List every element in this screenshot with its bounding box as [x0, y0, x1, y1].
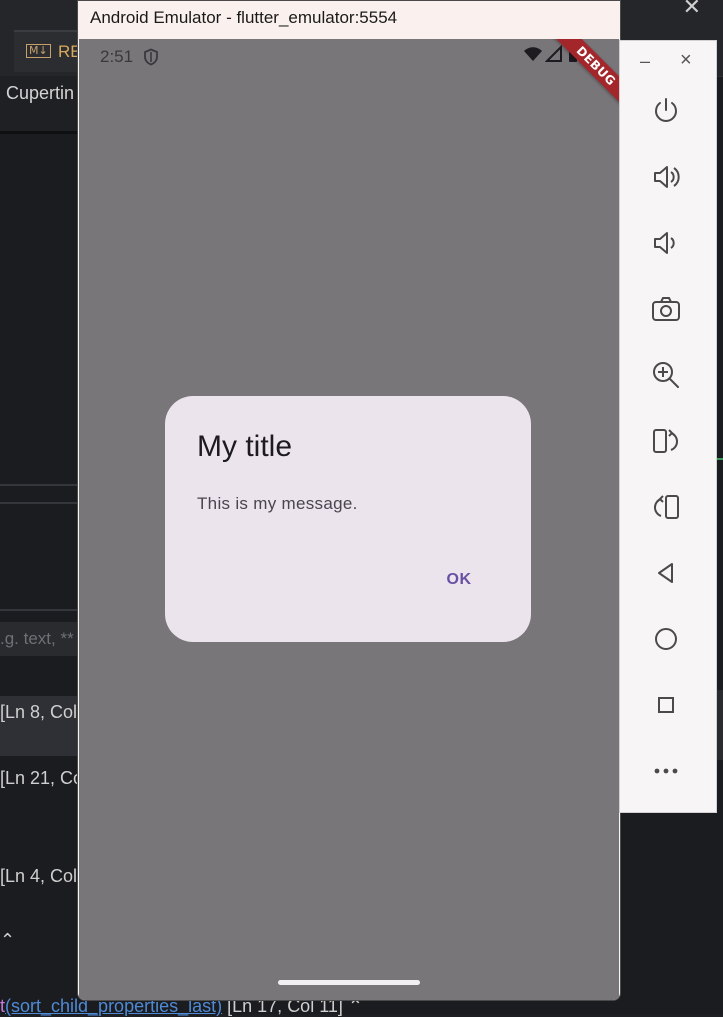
ide-window-controls: ✕ — [613, 0, 723, 20]
more-button[interactable] — [648, 753, 684, 789]
zoom-button[interactable] — [648, 357, 684, 393]
home-button[interactable] — [648, 621, 684, 657]
overview-button[interactable] — [648, 687, 684, 723]
emulator-window: Android Emulator - flutter_emulator:5554… — [77, 0, 621, 1001]
volume-down-button[interactable] — [648, 225, 684, 261]
gesture-nav-bar[interactable] — [278, 980, 420, 985]
ide-problem-text: [Ln 8, Col — [0, 702, 78, 722]
ide-problem-text: [Ln 21, Co — [0, 768, 84, 788]
emulator-title: Android Emulator - flutter_emulator:5554 — [90, 8, 398, 27]
ide-divider — [0, 609, 80, 611]
ide-indicator — [716, 458, 723, 460]
volume-up-button[interactable] — [648, 159, 684, 195]
ide-search-input[interactable]: .g. text, ** — [0, 622, 80, 656]
power-button[interactable] — [648, 93, 684, 129]
rotate-left-icon — [653, 429, 678, 453]
power-icon — [655, 98, 677, 122]
debug-banner-wrap: DEBUG — [539, 39, 619, 119]
emulator-title-bar[interactable]: Android Emulator - flutter_emulator:5554 — [78, 1, 620, 39]
ide-subtab[interactable]: Cupertin — [0, 76, 80, 134]
minimize-button[interactable]: – — [640, 51, 650, 72]
ide-problem-row[interactable]: [Ln 21, Co — [0, 762, 84, 822]
alert-dialog: My title This is my message. OK — [165, 396, 531, 642]
close-button[interactable]: × — [680, 49, 692, 72]
emulator-toolbar: – × — [619, 40, 717, 813]
ide-scrollbar[interactable] — [716, 690, 723, 760]
back-icon — [658, 563, 673, 583]
ide-subtab-label: Cupertin — [6, 83, 75, 103]
volume-down-icon — [654, 232, 675, 254]
volume-up-icon — [654, 166, 680, 188]
rotate-right-icon — [654, 495, 679, 519]
rotate-right-button[interactable] — [648, 489, 684, 525]
ide-close-icon[interactable]: ✕ — [683, 0, 701, 20]
home-icon — [655, 628, 677, 650]
ide-divider — [0, 484, 80, 486]
phone-screen[interactable]: 2:51 DEBUG My title This is my message. … — [79, 39, 619, 1000]
ok-button[interactable]: OK — [433, 560, 485, 600]
ide-problem-text: [Ln 4, Col — [0, 866, 78, 886]
dialog-message: This is my message. — [197, 494, 358, 513]
screenshot-button[interactable] — [648, 291, 684, 327]
dialog-title: My title — [197, 430, 293, 463]
back-button[interactable] — [648, 555, 684, 591]
overview-icon — [658, 697, 674, 713]
status-time: 2:51 — [100, 47, 134, 66]
chevron-up-icon[interactable]: ⌃ — [0, 930, 15, 951]
more-icon — [654, 768, 678, 774]
ide-problem-row[interactable]: [Ln 4, Col — [0, 860, 80, 920]
shield-icon — [144, 48, 158, 66]
ide-divider — [0, 502, 80, 504]
ide-search-placeholder: .g. text, ** — [0, 629, 74, 648]
debug-banner: DEBUG — [543, 39, 619, 119]
zoom-icon — [653, 362, 679, 388]
rotate-left-button[interactable] — [648, 423, 684, 459]
ide-problem-row[interactable]: [Ln 8, Col — [0, 696, 80, 756]
markdown-icon: M↓ — [26, 44, 51, 58]
camera-icon — [652, 297, 680, 321]
